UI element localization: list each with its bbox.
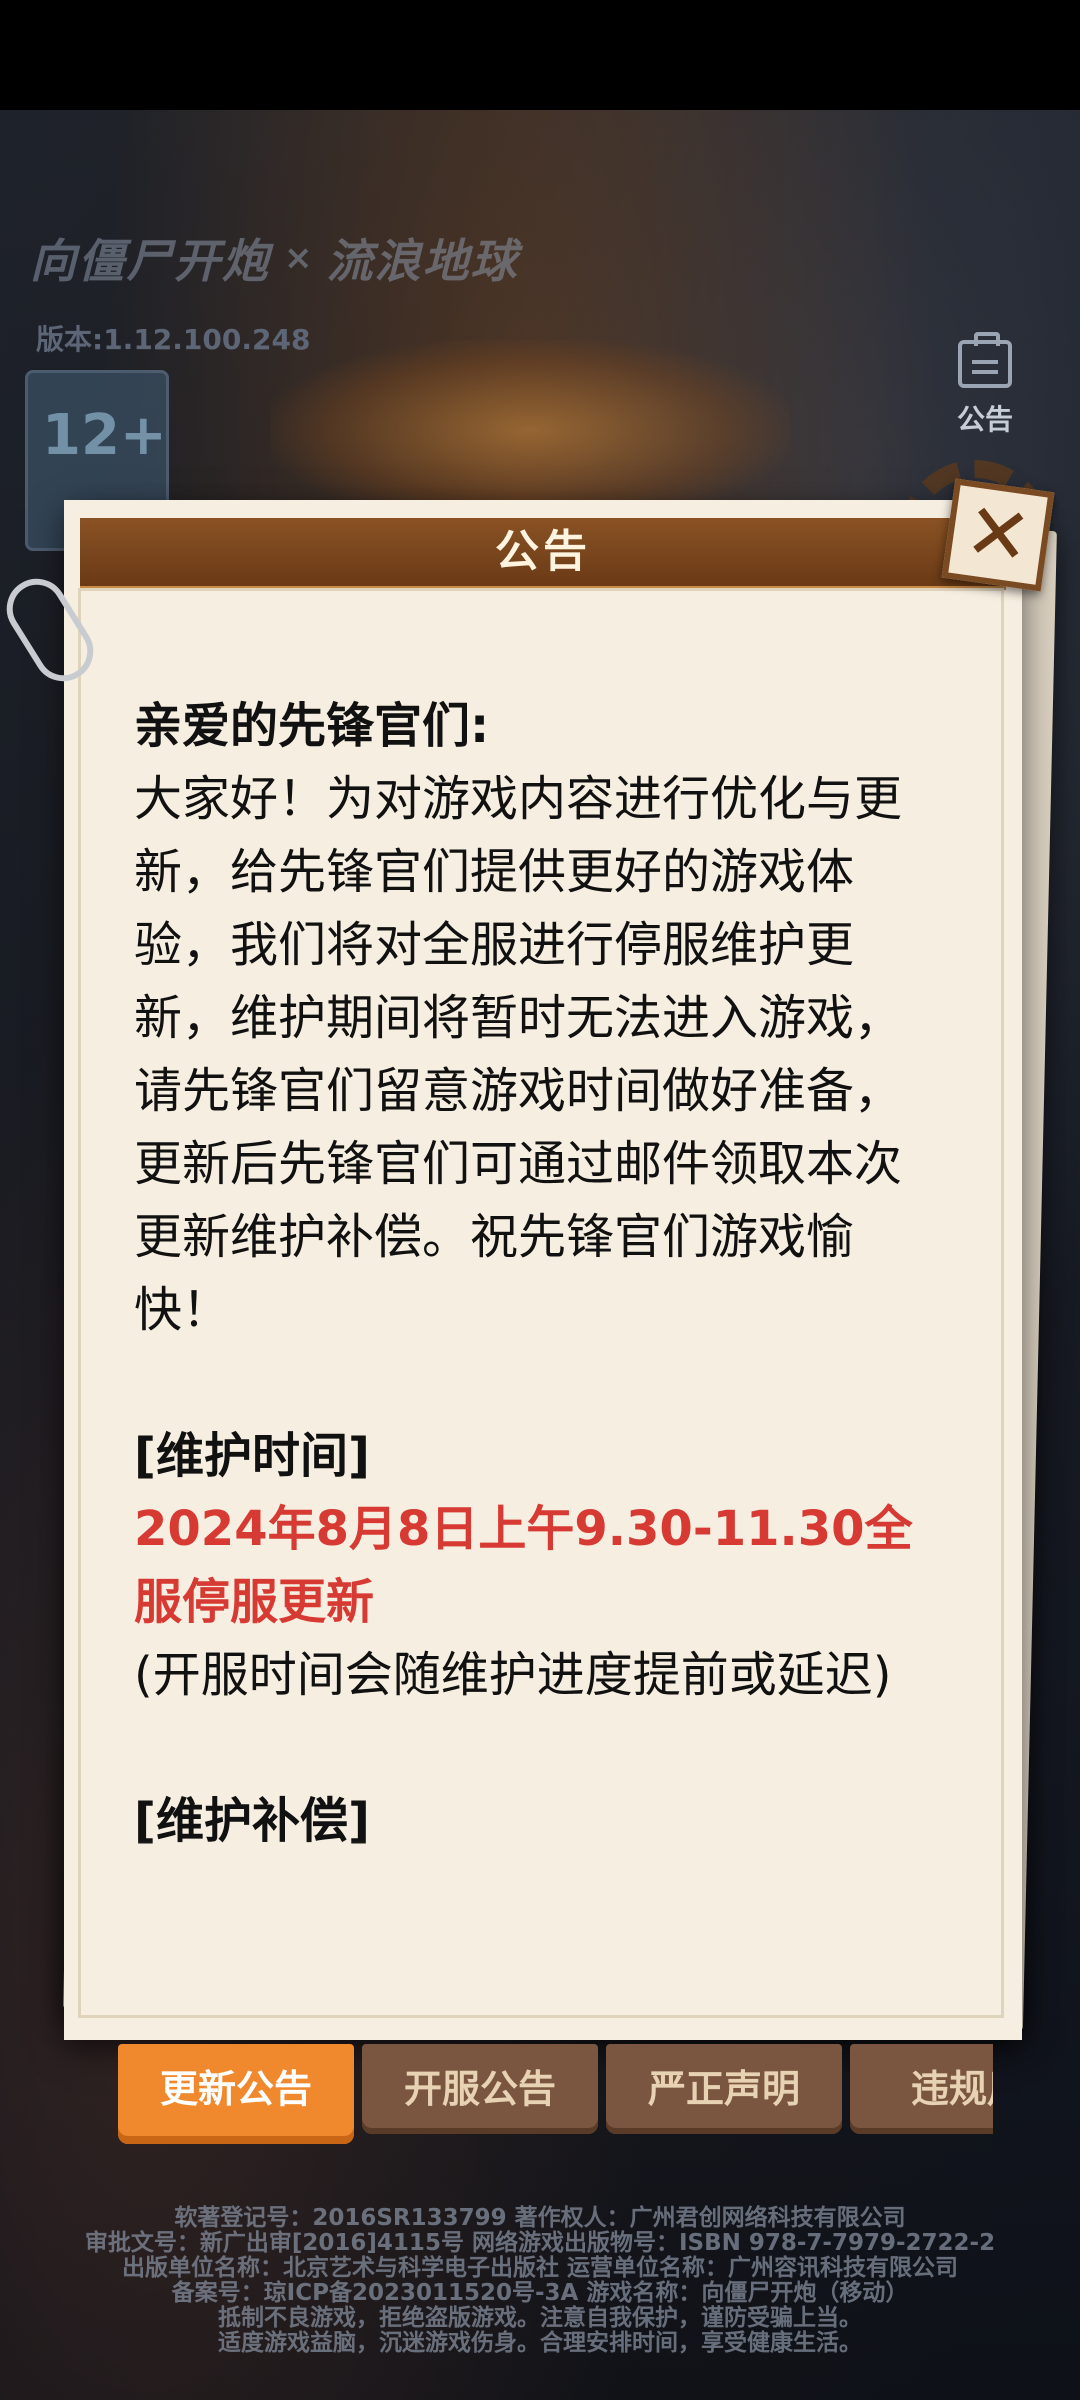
footer-line: 适度游戏益脑，沉迷游戏伤身。合理安排时间，享受健康生活。 (218, 2330, 862, 2356)
announcement-body: 大家好！为对游戏内容进行优化与更新，给先锋官们提供更好的游戏体验，我们将对全服进… (134, 771, 903, 1338)
tab-violation[interactable]: 违规用 (850, 2044, 993, 2134)
maintenance-time: 2024年8月8日上午9.30-11.30全服停服更新 (134, 1501, 913, 1630)
notice-button[interactable]: 公告 (945, 332, 1025, 438)
footer-line: 备案号：琼ICP备2023011520号-3A 游戏名称：向僵尸开炮（移动） (171, 2280, 909, 2306)
age-rating-number: 12+ (42, 403, 167, 468)
logo-separator: × (284, 238, 313, 278)
game-title-art (270, 340, 790, 520)
clipboard-icon (958, 332, 1012, 388)
logo-right: 流浪地球 (326, 234, 519, 288)
close-icon: ✕ (959, 485, 1037, 585)
logo-row: 向僵尸开炮 × 流浪地球 (30, 225, 519, 291)
version-text: 版本:1.12.100.248 (36, 323, 311, 356)
tab-statement[interactable]: 严正声明 (606, 2044, 842, 2134)
tab-update-notice[interactable]: 更新公告 (118, 2044, 354, 2144)
notice-label: 公告 (956, 403, 1013, 436)
greeting: 亲爱的先锋官们: (134, 698, 490, 754)
announcement-tabs: 更新公告 开服公告 严正声明 违规用 (118, 2044, 993, 2144)
dialog-title: 公告 (495, 526, 591, 577)
footer-line: 审批文号：新广出审[2016]4115号 网络游戏出版物号：ISBN 978-7… (84, 2230, 996, 2256)
footer-line: 出版单位名称：北京艺术与科学电子出版社 运营单位名称：广州容讯科技有限公司 (121, 2255, 958, 2281)
footer-line: 软著登记号：2016SR133799 著作权人：广州君创网络科技有限公司 (174, 2205, 906, 2231)
footer-line: 抵制不良游戏，拒绝盗版游戏。注意自我保护，谨防受骗上当。 (218, 2305, 862, 2331)
logo-left: 向僵尸开炮 (30, 234, 270, 288)
tab-server-open-notice[interactable]: 开服公告 (362, 2044, 598, 2134)
announcement-content[interactable]: 亲爱的先锋官们: 大家好！为对游戏内容进行优化与更新，给先锋官们提供更好的游戏体… (134, 690, 934, 1900)
maintenance-note: (开服时间会随维护进度提前或延迟) (134, 1647, 892, 1703)
legal-footer: 软著登记号：2016SR133799 著作权人：广州君创网络科技有限公司 审批文… (0, 2206, 1080, 2356)
maintenance-time-title: [维护时间] (134, 1428, 370, 1484)
status-bar (0, 0, 1080, 110)
dialog-header: 公告 (80, 518, 1006, 590)
close-button[interactable]: ✕ (941, 478, 1055, 592)
